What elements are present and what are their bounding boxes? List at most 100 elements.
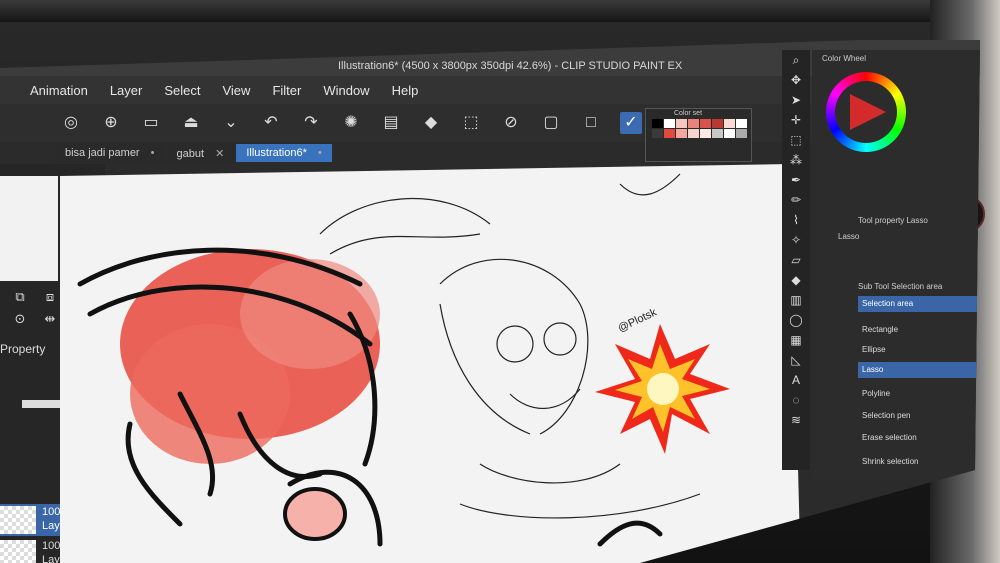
- layer-icon[interactable]: ⧉: [8, 289, 32, 305]
- transform-icon[interactable]: ⬚: [460, 112, 482, 134]
- fill-icon[interactable]: ◆: [782, 270, 810, 290]
- signature-text: @Plotsk: [616, 306, 659, 334]
- color-swatch[interactable]: [664, 119, 675, 128]
- window-title: Illustration6* (4500 x 3800px 350dpi 42.…: [338, 60, 683, 72]
- settings-icon[interactable]: ✺: [340, 112, 362, 134]
- brush-icon[interactable]: ⌇: [782, 210, 810, 230]
- snap-icon[interactable]: ✓: [620, 112, 642, 134]
- color-swatch[interactable]: [724, 129, 735, 138]
- color-tool-panel: Color Wheel Tool property Lasso Lasso Su…: [812, 50, 980, 480]
- undo-icon[interactable]: ↶: [260, 112, 282, 134]
- pencil-icon[interactable]: ✏: [782, 190, 810, 210]
- redo-icon[interactable]: ↷: [300, 112, 322, 134]
- tool-name-label: Lasso: [838, 232, 860, 241]
- airbrush-icon[interactable]: ✧: [782, 230, 810, 250]
- color-swatch[interactable]: [676, 119, 687, 128]
- color-swatch[interactable]: [712, 119, 723, 128]
- document-tabs: bisa jadi pamer • gabut ✕ Illustration6*…: [55, 142, 334, 164]
- gradient-icon[interactable]: ▥: [782, 290, 810, 310]
- reference-icon[interactable]: ⊙: [8, 311, 32, 327]
- menu-animation[interactable]: Animation: [30, 83, 88, 98]
- sub-tool-label: Sub Tool Selection area: [858, 282, 943, 291]
- figure-icon[interactable]: ◯: [782, 310, 810, 330]
- clip-studio-icon[interactable]: ◎: [60, 112, 82, 134]
- operation-icon[interactable]: ➤: [782, 90, 810, 110]
- frame-icon[interactable]: ▦: [782, 330, 810, 350]
- eye-drawing: [283, 487, 347, 541]
- tool-shrink-selection[interactable]: Shrink selection: [858, 454, 977, 470]
- eyedropper-icon[interactable]: ⁂: [782, 150, 810, 170]
- color-swatch[interactable]: [700, 119, 711, 128]
- clear-icon[interactable]: ▤: [380, 112, 402, 134]
- chevron-down-icon[interactable]: ⌄: [220, 112, 242, 134]
- deselect-icon[interactable]: ⊘: [500, 112, 522, 134]
- menu-window[interactable]: Window: [323, 83, 369, 98]
- background-top: [0, 0, 1000, 22]
- eraser-icon[interactable]: ▱: [782, 250, 810, 270]
- tab-illustration6[interactable]: Illustration6* •: [236, 144, 332, 162]
- color-swatch[interactable]: [676, 129, 687, 138]
- tool-rectangle[interactable]: Rectangle: [858, 322, 977, 338]
- ruler-icon[interactable]: ◺: [782, 350, 810, 370]
- tool-ellipse[interactable]: Ellipse: [858, 342, 977, 358]
- drawing-canvas[interactable]: @Plotsk: [60, 164, 800, 563]
- selection-icon[interactable]: ⬚: [782, 130, 810, 150]
- layer-thumbnail: [0, 540, 36, 563]
- mask-icon[interactable]: ⧈: [38, 289, 62, 305]
- open-folder-icon[interactable]: ▭: [140, 112, 162, 134]
- color-swatch[interactable]: [688, 129, 699, 138]
- explosion-sticker: [595, 324, 730, 454]
- balloon-icon[interactable]: ◌: [782, 390, 810, 410]
- move-layer-icon[interactable]: ✛: [782, 110, 810, 130]
- tool-lasso[interactable]: Lasso: [858, 362, 977, 378]
- tool-strip: ⌕ ✥ ➤ ✛ ⬚ ⁂ ✒ ✏ ⌇ ✧ ▱ ◆ ▥ ◯ ▦ ◺ A ◌ ≋: [782, 50, 810, 470]
- invert-selection-icon[interactable]: ▢: [540, 112, 562, 134]
- zoom-icon[interactable]: ⌕: [782, 50, 810, 70]
- fill-icon[interactable]: ◆: [420, 112, 442, 134]
- dot-icon: •: [150, 147, 155, 159]
- color-swatch[interactable]: [664, 129, 675, 138]
- close-icon[interactable]: ✕: [215, 148, 224, 160]
- color-triangle[interactable]: [850, 94, 886, 130]
- color-swatch[interactable]: [688, 119, 699, 128]
- save-icon[interactable]: ⏏: [180, 112, 202, 134]
- selection-border-icon[interactable]: □: [580, 112, 602, 134]
- menu-bar: Animation Layer Select View Filter Windo…: [0, 76, 830, 104]
- new-file-icon[interactable]: ⊕: [100, 112, 122, 134]
- color-swatch[interactable]: [712, 129, 723, 138]
- flip-horizontal-icon[interactable]: ⇹: [38, 311, 62, 327]
- color-set-popup: Color set: [645, 108, 752, 162]
- menu-filter[interactable]: Filter: [272, 83, 301, 98]
- text-icon[interactable]: A: [782, 370, 810, 390]
- tab-bisa-jadi-pamer[interactable]: bisa jadi pamer •: [55, 144, 165, 162]
- color-swatch[interactable]: [724, 119, 735, 128]
- menu-select[interactable]: Select: [164, 83, 200, 98]
- color-set-label: Color set: [674, 110, 703, 117]
- selection-area-tab[interactable]: Selection area: [858, 296, 977, 312]
- color-swatch[interactable]: [652, 129, 663, 138]
- navigator-thumbnail[interactable]: [0, 176, 58, 281]
- tab-gabut[interactable]: gabut ✕: [166, 143, 235, 163]
- color-swatches: [652, 119, 747, 138]
- property-label: Property: [0, 342, 46, 356]
- menu-layer[interactable]: Layer: [110, 83, 143, 98]
- correct-line-icon[interactable]: ≋: [782, 410, 810, 430]
- color-wheel[interactable]: [826, 72, 906, 152]
- application-screen: Illustration6* (4500 x 3800px 350dpi 42.…: [0, 40, 980, 563]
- tool-property-label: Tool property Lasso: [858, 216, 928, 225]
- menu-help[interactable]: Help: [392, 83, 419, 98]
- menu-view[interactable]: View: [222, 83, 250, 98]
- color-swatch[interactable]: [736, 129, 747, 138]
- move-icon[interactable]: ✥: [782, 70, 810, 90]
- layer-thumbnail: [0, 506, 36, 534]
- color-swatch[interactable]: [736, 119, 747, 128]
- tool-polyline[interactable]: Polyline: [858, 386, 977, 402]
- color-wheel-label: Color Wheel: [822, 54, 867, 63]
- color-swatch[interactable]: [652, 119, 663, 128]
- color-swatch[interactable]: [700, 129, 711, 138]
- tool-erase-selection[interactable]: Erase selection: [858, 430, 977, 446]
- dot-icon: •: [317, 147, 322, 159]
- tool-selection-pen[interactable]: Selection pen: [858, 408, 977, 424]
- canvas-artwork: @Plotsk: [77, 173, 730, 547]
- pen-icon[interactable]: ✒: [782, 170, 810, 190]
